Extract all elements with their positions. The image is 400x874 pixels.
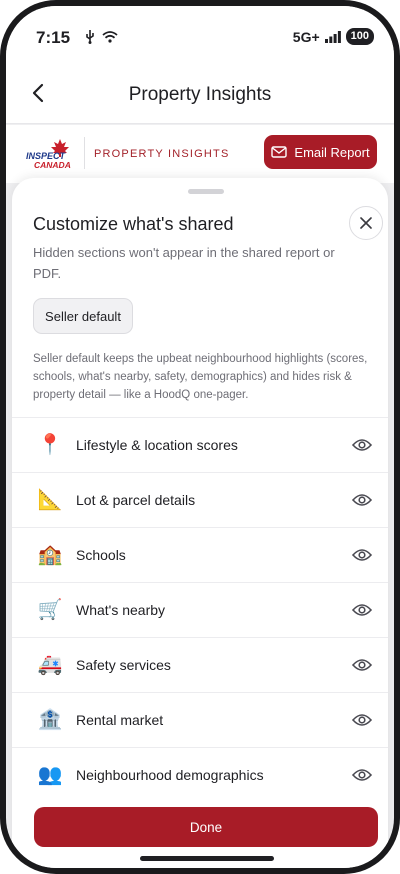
seller-default-note: Seller default keeps the upbeat neighbou…: [33, 353, 368, 401]
bank-icon: 🏦: [37, 709, 63, 731]
close-icon: [360, 217, 372, 229]
wifi-icon: [102, 31, 118, 43]
ambulance-icon: 🚑: [37, 654, 63, 676]
sheet-title: Customize what's shared: [33, 214, 234, 234]
pin-icon: 📍: [37, 434, 63, 456]
section-label: Lifestyle & location scores: [76, 437, 238, 453]
home-indicator[interactable]: [140, 856, 274, 861]
status-time: 7:15: [36, 28, 71, 47]
eye-icon[interactable]: [352, 767, 372, 783]
section-row-lifestyle[interactable]: 📍 Lifestyle & location scores: [12, 417, 388, 472]
status-right: 5G+ 100: [293, 28, 374, 45]
nav-header: Property Insights: [6, 62, 394, 124]
section-row-demographics[interactable]: 👥 Neighbourhood demographics: [12, 747, 388, 802]
section-row-schools[interactable]: 🏫 Schools: [12, 527, 388, 582]
screen: 7:15 5G+ 100 Property Insights INSPECT C…: [6, 6, 394, 868]
signal-icon: [324, 30, 341, 43]
eye-icon[interactable]: [352, 657, 372, 673]
section-label: Schools: [76, 547, 126, 563]
section-label: What's nearby: [76, 602, 166, 618]
brand-divider: [84, 137, 85, 169]
people-icon: 👥: [37, 764, 63, 786]
school-icon: 🏫: [37, 544, 63, 566]
customize-sheet: Customize what's shared Hidden sections …: [12, 178, 388, 868]
eye-icon[interactable]: [352, 437, 372, 453]
eye-icon[interactable]: [352, 547, 372, 563]
svg-text:CANADA: CANADA: [34, 160, 71, 170]
section-list: 📍 Lifestyle & location scores 📐 Lot & pa…: [12, 417, 388, 802]
status-bar: 7:15 5G+ 100: [6, 6, 394, 62]
section-row-whats-nearby[interactable]: 🛒 What's nearby: [12, 582, 388, 637]
email-report-label: Email Report: [294, 144, 370, 160]
status-icons: [84, 30, 118, 44]
network-label: 5G+: [292, 28, 320, 45]
section-label: Rental market: [76, 712, 164, 728]
battery-icon: 100: [345, 28, 374, 45]
brand-bar: INSPECT CANADA PROPERTY INSIGHTS Email R…: [6, 125, 394, 183]
eye-icon[interactable]: [352, 492, 372, 508]
done-button[interactable]: Done: [34, 807, 378, 847]
eye-icon[interactable]: [352, 602, 372, 618]
section-row-safety[interactable]: 🚑 Safety services: [12, 637, 388, 692]
triangle-ruler-icon: 📐: [37, 489, 63, 511]
cart-icon: 🛒: [37, 599, 63, 621]
sheet-subtitle: Hidden sections won't appear in the shar…: [33, 245, 335, 281]
section-label: Neighbourhood demographics: [76, 767, 264, 783]
mail-icon: [271, 146, 288, 158]
phone-frame: 7:15 5G+ 100 Property Insights INSPECT C…: [0, 0, 400, 874]
seller-default-button[interactable]: Seller default: [33, 298, 133, 334]
section-label: Lot & parcel details: [76, 492, 196, 508]
usb-icon: [86, 30, 94, 44]
sheet-grabber[interactable]: [188, 189, 224, 194]
section-row-rental[interactable]: 🏦 Rental market: [12, 692, 388, 747]
eye-icon[interactable]: [352, 712, 372, 728]
email-report-button[interactable]: Email Report: [264, 135, 377, 169]
close-button[interactable]: [349, 206, 383, 240]
inspect-canada-logo: INSPECT CANADA: [26, 139, 71, 170]
page-title: Property Insights: [128, 84, 272, 105]
section-row-lot-parcel[interactable]: 📐 Lot & parcel details: [12, 472, 388, 527]
brand-section-label: PROPERTY INSIGHTS: [94, 148, 230, 160]
section-label: Safety services: [76, 657, 171, 673]
